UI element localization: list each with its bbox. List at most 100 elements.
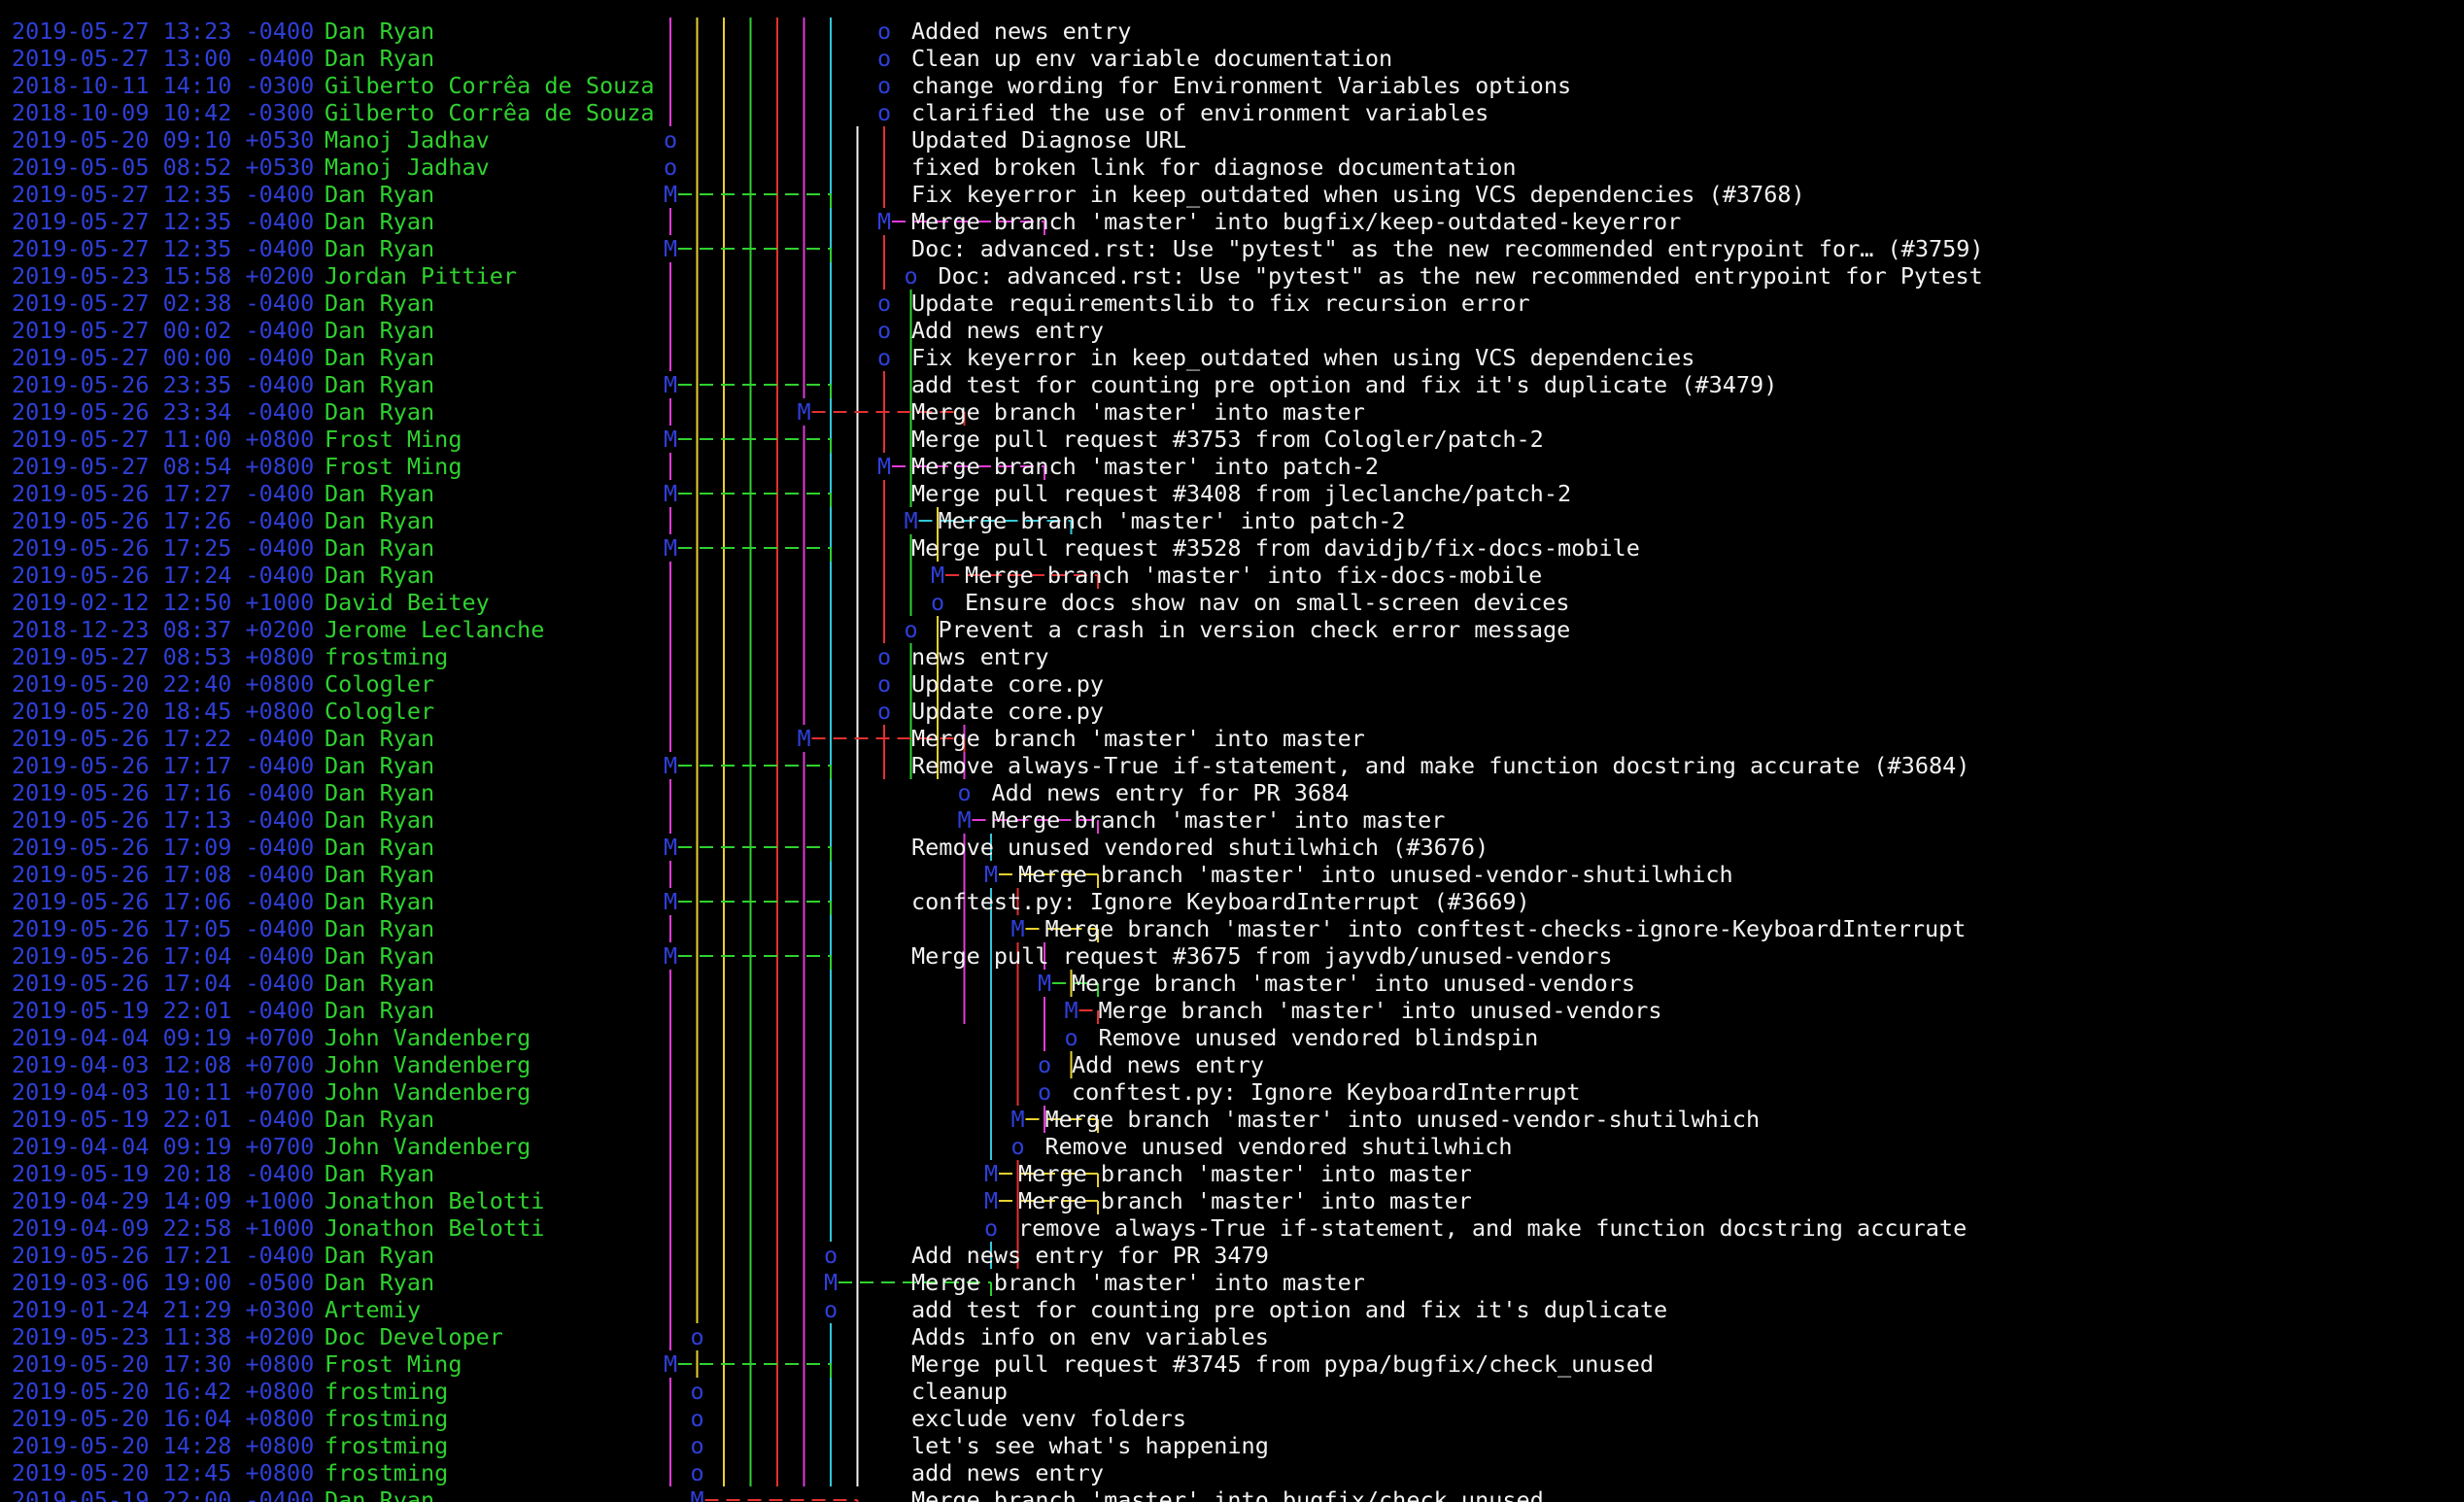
commit-message: Doc: advanced.rst: Use "pytest" as the n…: [911, 235, 1984, 262]
commit-message: fixed broken link for diagnose documenta…: [911, 154, 1517, 181]
commit-node: o: [877, 72, 892, 99]
commit-date: 2019-04-29 14:09 +1000: [12, 1187, 315, 1214]
merge-commit-node: M: [664, 534, 678, 562]
commit-message: Add news entry for PR 3479: [911, 1242, 1269, 1269]
commit-author: Dan Ryan: [325, 1160, 435, 1187]
commit-row: 2019-05-26 17:16 -0400 Dan Ryan o Add news …: [0, 779, 2464, 806]
commit-date: 2019-05-20 14:28 +0800: [12, 1432, 315, 1459]
commit-date: 2019-05-26 17:22 -0400: [12, 725, 315, 752]
commit-row: 2019-05-27 08:54 +0800 Frost Ming M Merge b…: [0, 453, 2464, 480]
commit-message: Merge branch 'master' into unused-vendor…: [1044, 1106, 1761, 1133]
commit-row: 2019-05-27 00:00 -0400 Dan Ryan o Fix keyer…: [0, 344, 2464, 371]
commit-row: 2019-05-19 22:01 -0400 Dan Ryan M Merge bra…: [0, 997, 2464, 1024]
commit-author: Jordan Pittier: [325, 262, 518, 290]
commit-node: o: [1064, 1024, 1078, 1051]
commit-row: 2019-05-26 17:04 -0400 Dan Ryan M Merge pul…: [0, 942, 2464, 970]
commit-date: 2019-04-04 09:19 +0700: [12, 1133, 315, 1160]
commit-author: Gilberto Corrêa de Souza: [325, 99, 655, 126]
commit-date: 2019-05-27 11:00 +0800: [12, 426, 315, 453]
commit-message: Update requirementslib to fix recursion …: [911, 290, 1530, 317]
commit-message: let's see what's happening: [911, 1432, 1269, 1459]
commit-author: Dan Ryan: [325, 562, 435, 589]
commit-node: o: [877, 99, 892, 126]
commit-node: o: [877, 317, 892, 344]
commit-author: Dan Ryan: [325, 806, 435, 834]
commit-row: 2019-05-26 17:24 -0400 Dan Ryan M Merge bra…: [0, 562, 2464, 589]
commit-author: Dan Ryan: [325, 181, 435, 208]
commit-message: Merge branch 'master' into unused-vendor…: [1072, 970, 1636, 997]
merge-commit-node: M: [664, 942, 678, 970]
commit-date: 2019-05-26 23:35 -0400: [12, 371, 315, 398]
merge-commit-node: M: [931, 562, 945, 589]
commit-author: Doc Developer: [325, 1323, 503, 1350]
commit-row: 2019-05-26 17:25 -0400 Dan Ryan M Merge pul…: [0, 534, 2464, 562]
commit-author: Manoj Jadhav: [325, 126, 490, 154]
commit-message: Merge branch 'master' into master: [911, 398, 1365, 426]
commit-row: 2019-05-26 23:34 -0400 Dan Ryan M Merge bra…: [0, 398, 2464, 426]
commit-row: 2018-10-11 14:10 -0300 Gilberto Corrêa de…: [0, 72, 2464, 99]
commit-row: 2019-05-27 11:00 +0800 Frost Ming M Merge p…: [0, 426, 2464, 453]
merge-commit-node: M: [664, 834, 678, 861]
commit-node: o: [877, 643, 892, 670]
commit-message: remove always-True if-statement, and mak…: [1018, 1214, 1968, 1242]
commit-row: 2019-05-20 16:04 +0800 frostming o exclude …: [0, 1405, 2464, 1432]
commit-date: 2019-05-26 17:13 -0400: [12, 806, 315, 834]
commit-row: 2019-05-26 17:08 -0400 Dan Ryan M Merge bra…: [0, 861, 2464, 888]
commit-author: Dan Ryan: [325, 45, 435, 72]
commit-row: 2019-05-27 08:53 +0800 frostming o news ent…: [0, 643, 2464, 670]
commit-date: 2019-05-26 17:08 -0400: [12, 861, 315, 888]
commit-author: Dan Ryan: [325, 942, 435, 970]
commit-date: 2019-05-20 22:40 +0800: [12, 670, 315, 698]
commit-message: add test for counting pre option and fix…: [911, 371, 1778, 398]
merge-commit-node: M: [877, 208, 892, 235]
commit-date: 2019-05-26 17:04 -0400: [12, 942, 315, 970]
commit-row: 2019-05-26 17:06 -0400 Dan Ryan Mconftest.…: [0, 888, 2464, 915]
commit-date: 2019-05-19 22:01 -0400: [12, 1106, 315, 1133]
commit-message: Merge pull request #3745 from pypa/bugfi…: [911, 1350, 1655, 1378]
commit-author: Dan Ryan: [325, 970, 435, 997]
commit-date: 2018-10-09 10:42 -0300: [12, 99, 315, 126]
commit-author: Dan Ryan: [325, 997, 435, 1024]
commit-node: o: [1038, 1051, 1052, 1078]
commit-author: Dan Ryan: [325, 752, 435, 779]
merge-commit-node: M: [664, 1350, 678, 1378]
commit-message: Add news entry: [911, 317, 1105, 344]
commit-author: John Vandenberg: [325, 1051, 531, 1078]
commit-author: Dan Ryan: [325, 480, 435, 507]
commit-date: 2019-04-04 09:19 +0700: [12, 1024, 315, 1051]
commit-node: o: [904, 262, 918, 290]
commit-date: 2019-05-26 17:04 -0400: [12, 970, 315, 997]
commit-author: Jerome Leclanche: [325, 616, 545, 643]
commit-row: 2019-05-26 17:27 -0400 Dan Ryan M Merge pul…: [0, 480, 2464, 507]
commit-date: 2019-05-26 23:34 -0400: [12, 398, 315, 426]
commit-author: Dan Ryan: [325, 371, 435, 398]
commit-row: 2019-04-04 09:19 +0700 John Vandenberg o Re…: [0, 1024, 2464, 1051]
commit-node: o: [877, 45, 892, 72]
commit-author: Dan Ryan: [325, 779, 435, 806]
commit-date: 2019-05-20 17:30 +0800: [12, 1350, 315, 1378]
commit-row: 2019-05-23 15:58 +0200 Jordan Pittier o Doc…: [0, 262, 2464, 290]
commit-message: Merge branch 'master' into bugfix/keep-o…: [911, 208, 1682, 235]
commit-date: 2019-03-06 19:00 -0500: [12, 1269, 315, 1296]
commit-message: Merge branch 'master' into unused-vendor…: [1018, 861, 1733, 888]
commit-date: 2019-05-26 17:05 -0400: [12, 915, 315, 942]
commit-message: Remove unused vendored blindspin: [1098, 1024, 1539, 1051]
commit-message: Merge branch 'master' into patch-2: [938, 507, 1406, 534]
commit-date: 2018-12-23 08:37 +0200: [12, 616, 315, 643]
commit-message: Prevent a crash in version check error m…: [938, 616, 1571, 643]
commit-row: 2019-01-24 21:29 +0300 Artemiy o add test f…: [0, 1296, 2464, 1323]
commit-row: 2019-05-19 22:01 -0400 Dan Ryan M Merge bra…: [0, 1106, 2464, 1133]
commit-message: Remove always-True if-statement, and mak…: [911, 752, 1970, 779]
commit-row: 2019-05-20 12:45 +0800 frostming o add news…: [0, 1459, 2464, 1486]
commit-date: 2019-05-20 12:45 +0800: [12, 1459, 315, 1486]
commit-message: Add news entry: [1072, 1051, 1265, 1078]
commit-row: 2019-05-27 12:35 -0400 Dan Ryan M Fix keyer…: [0, 181, 2464, 208]
commit-date: 2019-05-27 12:35 -0400: [12, 208, 315, 235]
commit-date: 2019-05-26 17:26 -0400: [12, 507, 315, 534]
commit-message: Merge branch 'master' into master: [991, 806, 1446, 834]
commit-row: 2019-05-27 13:00 -0400 Dan Ryan o Clean up …: [0, 45, 2464, 72]
commit-author: Gilberto Corrêa de Souza: [325, 72, 655, 99]
merge-commit-node: M: [664, 480, 678, 507]
commit-message: Adds info on env variables: [911, 1323, 1269, 1350]
commit-message: Merge branch 'master' into master: [1018, 1187, 1472, 1214]
